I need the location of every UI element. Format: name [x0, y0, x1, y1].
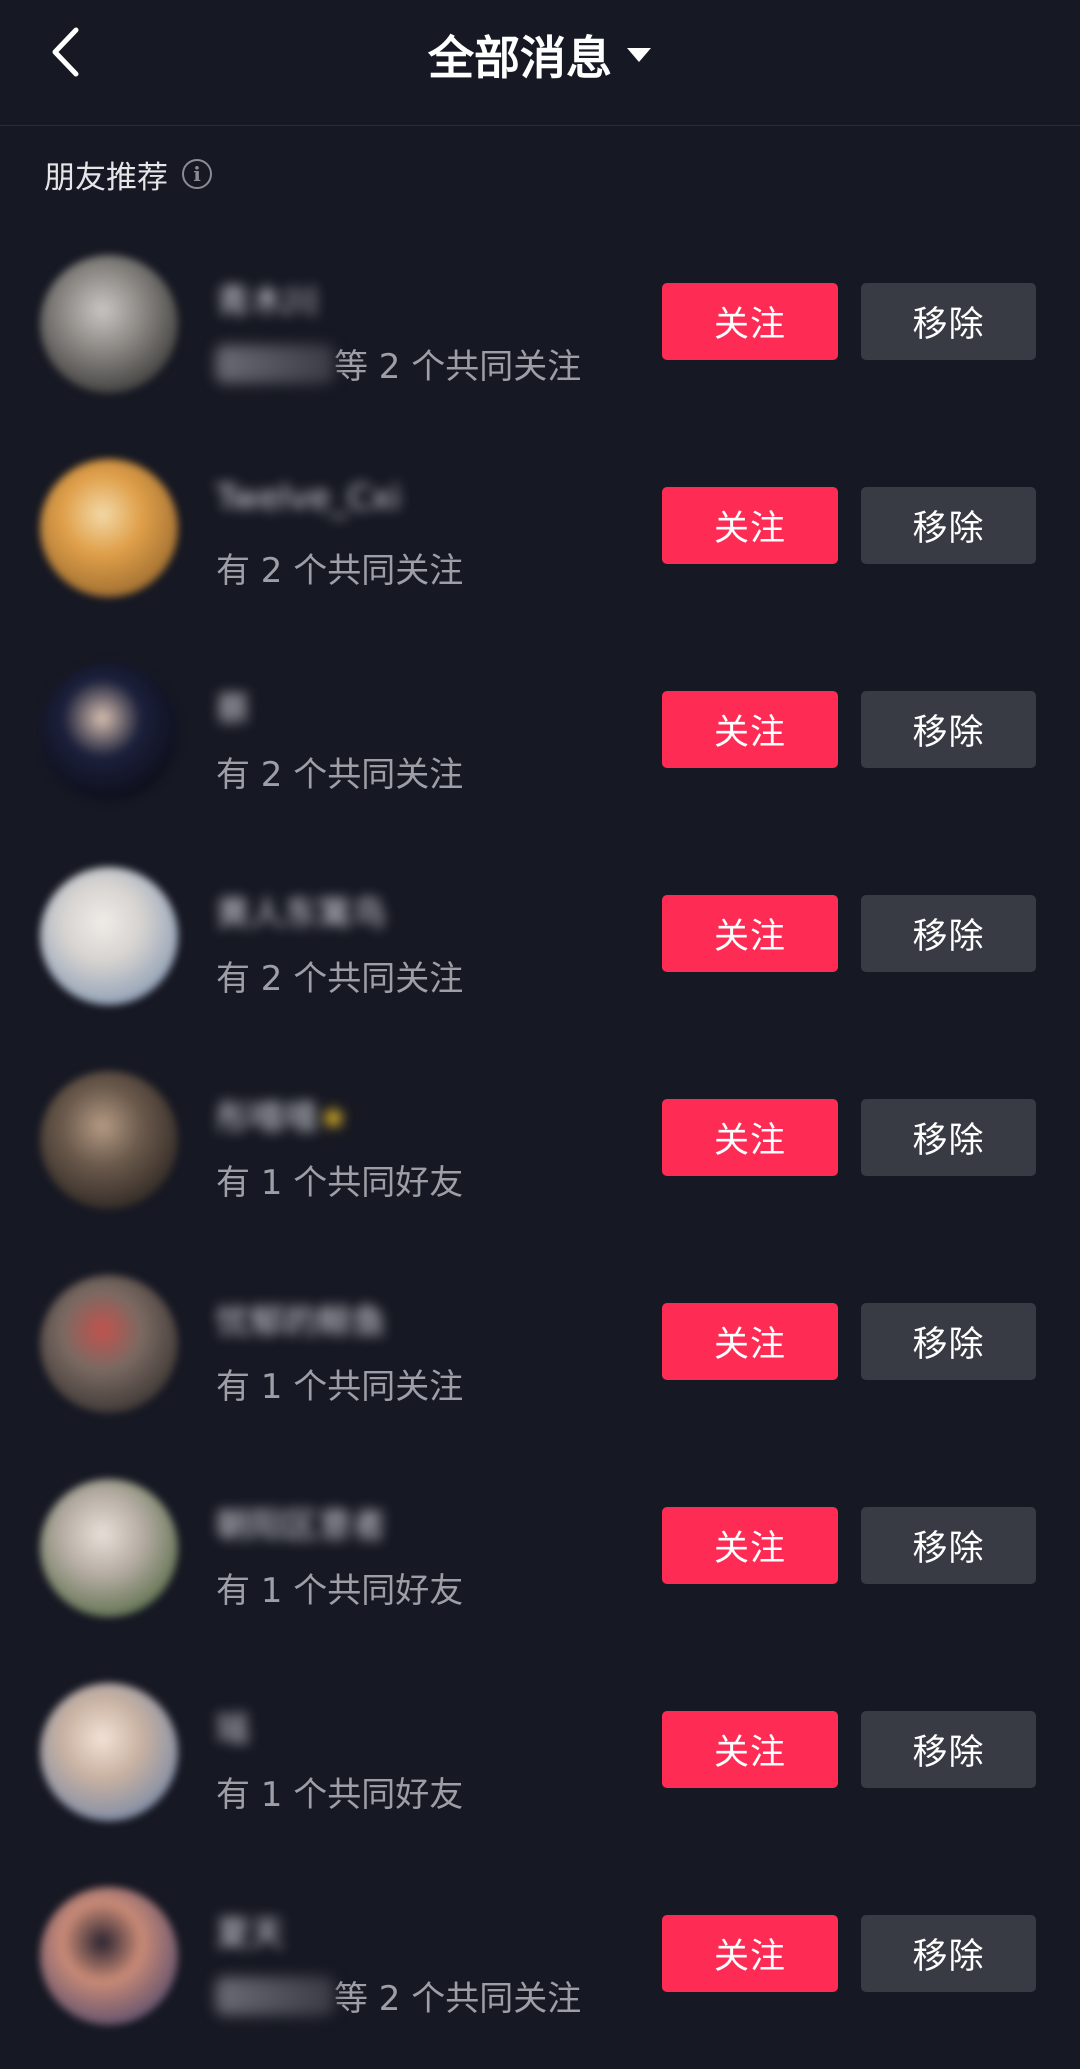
mutual-connections: 有 2 个共同关注 [216, 951, 463, 1000]
mutual-connections: 有 1 个共同好友 [216, 1767, 463, 1816]
remove-button[interactable]: 移除 [861, 1711, 1036, 1788]
avatar[interactable] [40, 1275, 178, 1413]
username-text: 青木川 [216, 282, 318, 322]
mutual-connections-text: 有 2 个共同关注 [216, 551, 464, 591]
follow-button[interactable]: 关注 [662, 895, 838, 972]
recommendation-list: 青木川等 2 个共同关注 关注 移除 Twelve_Cxi 有 2 个共同关注 关注 移除蔡… [0, 222, 1080, 2058]
caret-down-icon [627, 48, 651, 62]
follow-button[interactable]: 关注 [662, 1303, 838, 1380]
remove-button[interactable]: 移除 [861, 1303, 1036, 1380]
mutual-connections-text: 等 2 个共同关注 [334, 347, 582, 387]
top-bar: 全部消息 [0, 0, 1080, 126]
remove-button[interactable]: 移除 [861, 691, 1036, 768]
remove-button[interactable]: 移除 [861, 1099, 1036, 1176]
list-item[interactable]: Twelve_Cxi 有 2 个共同关注 关注 移除 [0, 426, 1080, 630]
follow-button[interactable]: 关注 [662, 1507, 838, 1584]
mutual-connections: 有 2 个共同关注 [216, 543, 463, 592]
star-badge-icon: ★ [318, 1098, 349, 1138]
list-item[interactable]: 忧郁的鲸鱼有 1 个共同关注 关注 移除 [0, 1242, 1080, 1446]
follow-button[interactable]: 关注 [662, 1099, 838, 1176]
username-text: 夏天 [216, 1914, 284, 1954]
username-text: 朝阳区意者 [216, 1506, 386, 1546]
follow-button[interactable]: 关注 [662, 487, 838, 564]
mutual-connections: 等 2 个共同关注 [216, 1971, 581, 2020]
avatar[interactable] [40, 1479, 178, 1617]
username[interactable]: 蔡 [216, 682, 250, 730]
blurred-mutual-name [216, 1976, 334, 2015]
remove-button[interactable]: 移除 [861, 895, 1036, 972]
username-text: 瑶 [216, 1710, 250, 1750]
mutual-connections: 有 1 个共同好友 [216, 1563, 463, 1612]
avatar[interactable] [40, 663, 178, 801]
list-item[interactable]: 黄人东篱鸟有 2 个共同关注 关注 移除 [0, 834, 1080, 1038]
mutual-connections-text: 等 2 个共同关注 [334, 1979, 582, 2019]
friend-recommendations-header: 朋友推荐 i [0, 126, 1080, 222]
avatar[interactable] [40, 1071, 178, 1209]
follow-button[interactable]: 关注 [662, 1711, 838, 1788]
avatar[interactable] [40, 1887, 178, 2025]
remove-button[interactable]: 移除 [861, 283, 1036, 360]
mutual-connections-text: 有 2 个共同关注 [216, 959, 464, 999]
username[interactable]: 黄人东篱鸟 [216, 886, 386, 934]
mutual-connections: 等 2 个共同关注 [216, 339, 581, 388]
avatar[interactable] [40, 255, 178, 393]
username[interactable]: 瑶 [216, 1702, 250, 1750]
username[interactable]: 青木川 [216, 274, 318, 322]
mutual-connections-text: 有 1 个共同好友 [216, 1163, 464, 1203]
list-item[interactable]: 彤嘻嘻★ 有 1 个共同好友 关注 移除 [0, 1038, 1080, 1242]
follow-button[interactable]: 关注 [662, 283, 838, 360]
username-text: 黄人东篱鸟 [216, 894, 386, 934]
list-item[interactable]: 瑶有 1 个共同好友 关注 移除 [0, 1650, 1080, 1854]
username[interactable]: 彤嘻嘻★ [216, 1090, 348, 1138]
avatar[interactable] [40, 459, 178, 597]
mutual-connections-text: 有 1 个共同好友 [216, 1571, 464, 1611]
remove-button[interactable]: 移除 [861, 487, 1036, 564]
username-text: Twelve_Cxi [216, 478, 401, 518]
mutual-connections-text: 有 1 个共同好友 [216, 1775, 464, 1815]
blurred-mutual-name [216, 344, 334, 383]
avatar[interactable] [40, 1683, 178, 1821]
info-icon[interactable]: i [182, 159, 212, 189]
follow-button[interactable]: 关注 [662, 691, 838, 768]
page-title: 全部消息 [428, 31, 612, 85]
mutual-connections: 有 1 个共同好友 [216, 1155, 463, 1204]
username[interactable]: 忧郁的鲸鱼 [216, 1294, 386, 1342]
username-text: 忧郁的鲸鱼 [216, 1302, 386, 1342]
list-item[interactable]: 朝阳区意者有 1 个共同好友 关注 移除 [0, 1446, 1080, 1650]
mutual-connections: 有 2 个共同关注 [216, 747, 463, 796]
username[interactable]: 朝阳区意者 [216, 1498, 386, 1546]
message-filter-dropdown[interactable]: 全部消息 [0, 20, 1080, 90]
list-item[interactable]: 蔡有 2 个共同关注 关注 移除 [0, 630, 1080, 834]
follow-button[interactable]: 关注 [662, 1915, 838, 1992]
list-item[interactable]: 青木川等 2 个共同关注 关注 移除 [0, 222, 1080, 426]
username[interactable]: Twelve_Cxi [216, 478, 401, 522]
remove-button[interactable]: 移除 [861, 1507, 1036, 1584]
mutual-connections-text: 有 2 个共同关注 [216, 755, 464, 795]
remove-button[interactable]: 移除 [861, 1915, 1036, 1992]
username-text: 蔡 [216, 690, 250, 730]
mutual-connections: 有 1 个共同关注 [216, 1359, 463, 1408]
list-item[interactable]: 夏天等 2 个共同关注 关注 移除 [0, 1854, 1080, 2058]
username-text: 彤嘻嘻 [216, 1098, 318, 1138]
avatar[interactable] [40, 867, 178, 1005]
section-title: 朋友推荐 [44, 159, 168, 196]
mutual-connections-text: 有 1 个共同关注 [216, 1367, 464, 1407]
username[interactable]: 夏天 [216, 1906, 284, 1954]
